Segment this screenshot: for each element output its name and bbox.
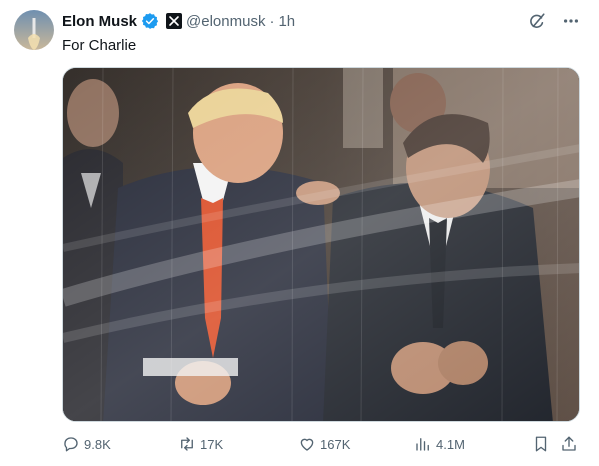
timestamp[interactable]: 1h: [278, 13, 295, 30]
separator-dot: ·: [269, 12, 275, 30]
views-chart-icon: [416, 438, 429, 451]
post-media-photo[interactable]: [62, 67, 580, 422]
share-button[interactable]: [560, 435, 578, 453]
share-icon: [562, 436, 576, 451]
post-header: Elon Musk @elonmusk · 1h: [62, 11, 295, 31]
bookmark-button[interactable]: [532, 435, 550, 453]
like-count: 167K: [320, 436, 351, 452]
avatar[interactable]: [14, 10, 54, 50]
x-logo-icon[interactable]: [166, 13, 183, 29]
verified-badge-icon[interactable]: [141, 12, 159, 30]
view-count: 4.1M: [436, 436, 465, 452]
reply-icon: [64, 437, 78, 452]
post-action-bar: 9.8K 17K 167K 4.1M: [62, 432, 586, 456]
retweet-icon: [181, 437, 193, 451]
repost-count: 17K: [200, 436, 224, 452]
bookmark-icon: [535, 436, 547, 452]
heart-icon: [300, 438, 314, 451]
display-name[interactable]: Elon Musk: [62, 13, 137, 30]
reply-button[interactable]: 9.8K: [62, 435, 111, 453]
grok-icon[interactable]: [527, 11, 547, 31]
like-button[interactable]: 167K: [298, 435, 350, 453]
repost-button[interactable]: 17K: [178, 435, 223, 453]
handle[interactable]: @elonmusk: [186, 13, 265, 30]
post-text: For Charlie: [62, 37, 137, 54]
views-button[interactable]: 4.1M: [414, 435, 465, 453]
post-top-actions: [527, 11, 581, 31]
reply-count: 9.8K: [84, 436, 111, 452]
more-options-icon[interactable]: [561, 11, 581, 31]
